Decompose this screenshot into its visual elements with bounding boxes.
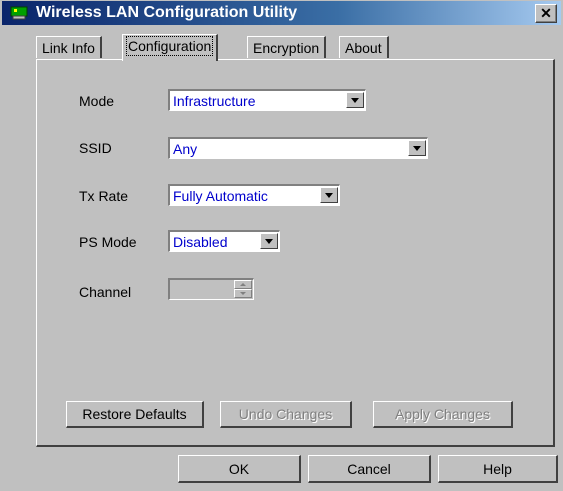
configuration-panel: Mode Infrastructure SSID Any Tx Rate Ful… [36, 59, 555, 447]
tab-label: Link Info [42, 40, 95, 56]
channel-label: Channel [79, 284, 132, 300]
cancel-button[interactable]: Cancel [308, 455, 431, 483]
restore-defaults-button[interactable]: Restore Defaults [66, 401, 204, 428]
psmode-value: Disabled [173, 234, 228, 250]
tab-link-info[interactable]: Link Info [36, 36, 102, 58]
close-button[interactable]: ✕ [535, 4, 557, 23]
title-bar[interactable]: Wireless LAN Configuration Utility ✕ [2, 1, 561, 25]
ssid-label: SSID [79, 140, 112, 156]
chevron-down-icon[interactable] [346, 92, 364, 108]
spin-down-icon [234, 289, 252, 298]
dialog-window: Wireless LAN Configuration Utility ✕ Lin… [0, 0, 563, 491]
window-title: Wireless LAN Configuration Utility [36, 4, 298, 21]
spin-up-icon [234, 280, 252, 289]
undo-changes-button[interactable]: Undo Changes [220, 401, 352, 428]
chevron-down-icon[interactable] [408, 140, 426, 156]
ssid-value: Any [173, 141, 198, 157]
txrate-label: Tx Rate [79, 188, 129, 204]
tab-label: About [345, 40, 382, 56]
mode-value: Infrastructure [173, 93, 256, 109]
apply-changes-button[interactable]: Apply Changes [373, 401, 513, 428]
psmode-select[interactable]: Disabled [168, 230, 280, 252]
mode-select[interactable]: Infrastructure [168, 89, 366, 111]
txrate-value: Fully Automatic [173, 188, 268, 204]
tab-label: Encryption [253, 40, 320, 56]
chevron-down-icon[interactable] [320, 187, 338, 203]
network-card-icon [10, 6, 28, 20]
txrate-select[interactable]: Fully Automatic [168, 184, 340, 206]
ssid-select[interactable]: Any [168, 137, 428, 159]
ok-button[interactable]: OK [178, 455, 301, 483]
psmode-label: PS Mode [79, 234, 137, 250]
channel-spinner [168, 278, 254, 300]
tab-label: Configuration [125, 36, 214, 56]
chevron-down-icon[interactable] [260, 233, 278, 249]
tab-configuration[interactable]: Configuration [122, 34, 219, 61]
tab-about[interactable]: About [339, 36, 389, 58]
tab-encryption[interactable]: Encryption [247, 36, 327, 58]
help-button[interactable]: Help [438, 455, 558, 483]
mode-label: Mode [79, 93, 115, 109]
